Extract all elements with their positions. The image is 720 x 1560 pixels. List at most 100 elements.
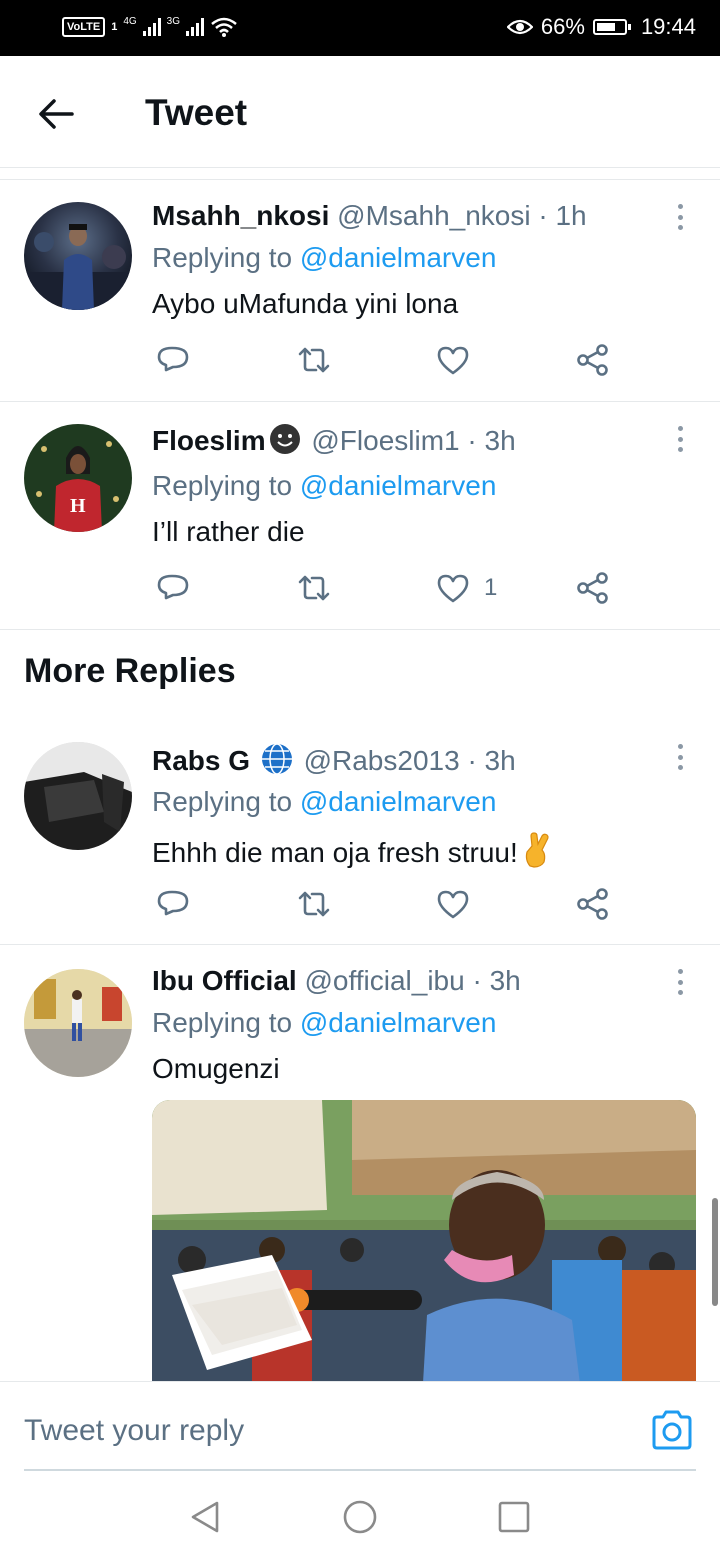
system-nav-bar: [0, 1471, 720, 1560]
replying-label: Replying to: [152, 1007, 293, 1038]
retweet-icon: [298, 575, 330, 601]
divider: [0, 629, 720, 630]
reply-button[interactable]: [156, 884, 190, 924]
status-right: 66% 19:44: [506, 14, 696, 40]
signal-icon-2: [186, 18, 205, 36]
status-left: VoLTE 1 4G 3G: [62, 16, 238, 38]
user-handle[interactable]: @Msahh_nkosi: [337, 200, 530, 231]
user-handle[interactable]: @official_ibu: [304, 965, 464, 996]
scrollbar-thumb[interactable]: [712, 1198, 718, 1306]
replying-label: Replying to: [152, 470, 293, 501]
replying-to: Replying to @danielmarven: [152, 242, 496, 274]
avatar[interactable]: [24, 202, 132, 310]
svg-text:H: H: [70, 495, 86, 517]
user-handle[interactable]: @Floeslim1: [311, 425, 459, 456]
nav-recents-icon: [498, 1501, 530, 1533]
like-icon: [437, 346, 469, 375]
tweet-header: Floeslim @Floeslim1 · 3h: [152, 422, 516, 457]
user-handle[interactable]: @Rabs2013: [304, 745, 460, 776]
tweet-time: · 3h: [467, 425, 516, 456]
reply-button[interactable]: [156, 568, 190, 608]
display-name[interactable]: Floeslim: [152, 425, 266, 456]
like-icon: [437, 890, 469, 919]
like-button[interactable]: [436, 340, 484, 380]
reply-icon: [157, 890, 189, 916]
reply-tweet[interactable]: H Floeslim @Floeslim1 · 3h Replying to @…: [0, 402, 720, 629]
reply-icon: [157, 346, 189, 372]
share-button[interactable]: [576, 568, 610, 608]
tweet-text: Ehhh die man oja fresh struu!: [152, 832, 552, 869]
reply-button[interactable]: [156, 340, 190, 380]
nav-home-button[interactable]: [342, 1499, 378, 1535]
reply-tweet[interactable]: Rabs G @Rabs2013 · 3h Replying to @danie…: [0, 720, 720, 944]
more-replies-heading: More Replies: [24, 652, 236, 690]
replying-label: Replying to: [152, 242, 293, 273]
display-name[interactable]: Ibu Official: [152, 965, 297, 996]
back-arrow-icon: [39, 99, 74, 129]
share-icon: [577, 344, 608, 376]
camera-icon: [652, 1410, 692, 1450]
tweet-time: · 1h: [538, 200, 587, 231]
eye-comfort-icon: [506, 19, 533, 35]
crossed-fingers-emoji-icon: [525, 832, 549, 868]
display-name[interactable]: Msahh_nkosi: [152, 200, 329, 231]
retweet-button[interactable]: [296, 568, 332, 608]
share-icon: [577, 572, 608, 604]
avatar[interactable]: [24, 742, 132, 850]
like-icon: [437, 574, 469, 603]
volte-badge: VoLTE: [62, 17, 106, 37]
avatar[interactable]: [24, 969, 132, 1077]
network-type-2: 3G: [166, 15, 181, 27]
retweet-button[interactable]: [296, 340, 332, 380]
tweet-media-photo[interactable]: [152, 1100, 696, 1400]
tweet-actions: 1: [152, 568, 632, 608]
retweet-icon: [298, 347, 330, 373]
more-button[interactable]: [668, 202, 692, 232]
mention-link[interactable]: @danielmarven: [300, 242, 497, 273]
like-count: 1: [484, 574, 498, 601]
like-button[interactable]: 1: [436, 568, 497, 608]
retweet-icon: [298, 891, 330, 917]
tweet-time: · 3h: [472, 965, 521, 996]
replying-to: Replying to @danielmarven: [152, 1007, 496, 1039]
sim-number: 1: [111, 21, 118, 33]
avatar[interactable]: H: [24, 424, 132, 532]
nav-recents-button[interactable]: [496, 1499, 532, 1535]
tweet-header: Rabs G @Rabs2013 · 3h: [152, 742, 516, 777]
reply-tweet[interactable]: Msahh_nkosi @Msahh_nkosi · 1h Replying t…: [0, 180, 720, 401]
reply-input[interactable]: Tweet your reply: [24, 1414, 244, 1448]
signal-icon: [142, 18, 161, 36]
tweet-text: I’ll rather die: [152, 516, 305, 547]
reply-composer: Tweet your reply: [0, 1381, 720, 1471]
app-header: Tweet: [0, 56, 720, 168]
status-bar: VoLTE 1 4G 3G 66% 19:44: [0, 0, 720, 56]
network-type-1: 4G: [123, 15, 137, 27]
more-button[interactable]: [668, 967, 692, 997]
mention-link[interactable]: @danielmarven: [300, 470, 497, 501]
mention-link[interactable]: @danielmarven: [300, 1007, 497, 1038]
replying-label: Replying to: [152, 786, 293, 817]
back-button[interactable]: [34, 92, 78, 136]
more-button[interactable]: [668, 424, 692, 454]
tweet-header: Msahh_nkosi @Msahh_nkosi · 1h: [152, 200, 587, 232]
share-icon: [577, 888, 608, 920]
tweet-text: Omugenzi: [152, 1053, 280, 1084]
share-button[interactable]: [576, 340, 610, 380]
nav-back-icon: [191, 1501, 219, 1533]
nav-home-icon: [343, 1500, 377, 1534]
page-title: Tweet: [145, 92, 248, 133]
tweet-text-content: Ehhh die man oja fresh struu!: [152, 837, 518, 868]
tweet-text: Aybo uMafunda yini lona: [152, 288, 459, 319]
retweet-button[interactable]: [296, 884, 332, 924]
smiley-emoji-icon: [269, 424, 300, 454]
camera-button[interactable]: [650, 1410, 694, 1450]
replying-to: Replying to @danielmarven: [152, 470, 496, 502]
replying-to: Replying to @danielmarven: [152, 786, 496, 818]
more-button[interactable]: [668, 742, 692, 772]
display-name[interactable]: Rabs G: [152, 745, 250, 776]
like-button[interactable]: [436, 884, 484, 924]
mention-link[interactable]: @danielmarven: [300, 786, 497, 817]
battery-icon: [592, 19, 631, 35]
nav-back-button[interactable]: [188, 1499, 224, 1535]
share-button[interactable]: [576, 884, 610, 924]
